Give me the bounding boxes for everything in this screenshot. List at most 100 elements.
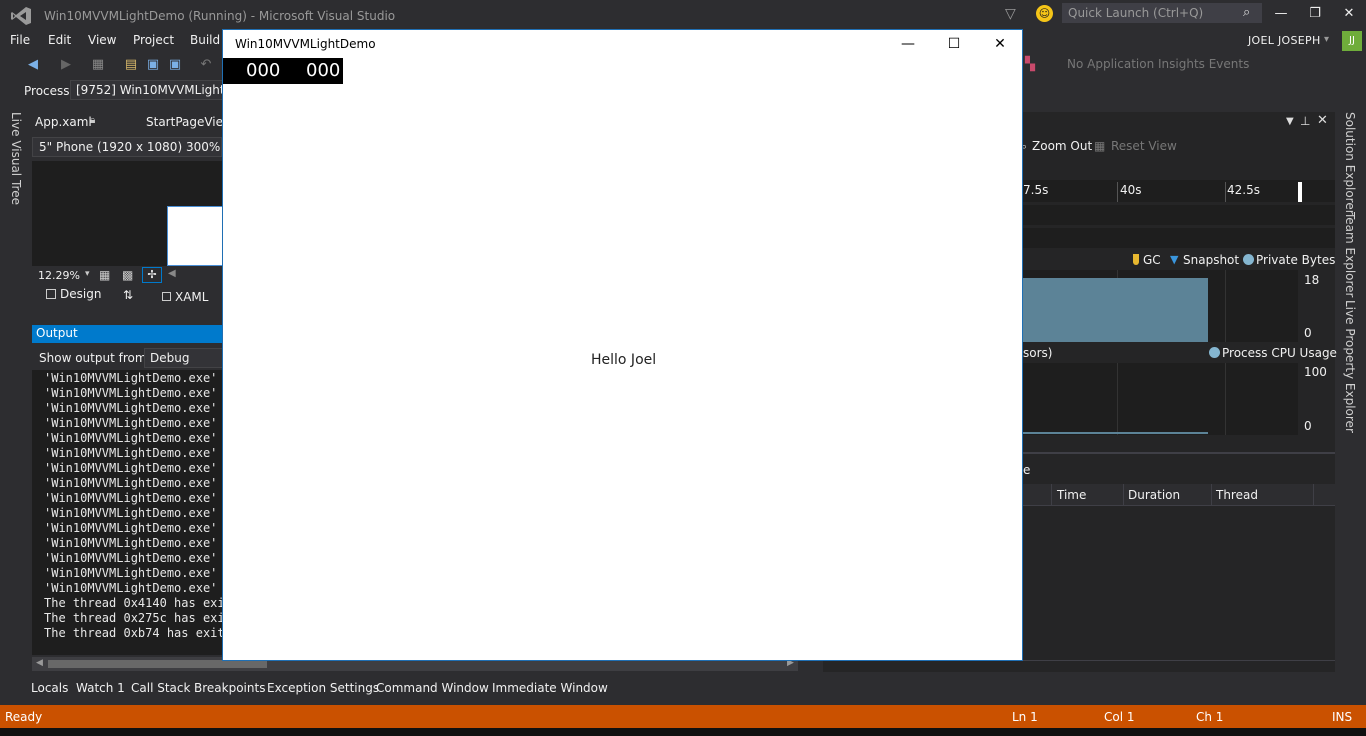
chevron-down-icon[interactable]: ▾ [85, 269, 90, 279]
menu-build[interactable]: Build [190, 33, 220, 47]
menu-edit[interactable]: Edit [48, 33, 71, 47]
navigate-forward-icon[interactable]: ▶ [58, 57, 74, 73]
tab-exception-settings[interactable]: Exception Settings [267, 681, 379, 695]
undo-icon[interactable]: ↶ [198, 57, 214, 73]
menu-file[interactable]: File [10, 33, 30, 47]
scrollbar-thumb[interactable] [48, 660, 267, 668]
menu-project[interactable]: Project [133, 33, 174, 47]
taskbar [0, 728, 1366, 736]
scroll-left-icon[interactable]: ◀ [36, 658, 43, 668]
close-window-button[interactable]: ✕ [1333, 3, 1365, 25]
running-app-window[interactable] [222, 29, 1023, 661]
live-visual-tree-tab[interactable]: Live Visual Tree [9, 112, 23, 205]
scroll-left-icon[interactable]: ◀ [168, 268, 176, 279]
feedback-smiley-icon[interactable]: ☺ [1036, 5, 1053, 22]
app-window-title: Win10MVVMLightDemo [235, 37, 376, 51]
snapshot-marker-icon: ▼ [1170, 253, 1179, 266]
output-line: 'Win10MVVMLightDemo.exe' [44, 476, 218, 490]
hello-text: Hello Joel [591, 352, 657, 368]
diagnostics-footer [823, 660, 1335, 672]
status-line: Ln 1 [1012, 710, 1038, 724]
design-tab[interactable]: Design [60, 287, 101, 301]
tab-breakpoints[interactable]: Breakpoints [194, 681, 265, 695]
lock-icon: 🔒︎ [90, 115, 96, 126]
frame-rate-value: 000 [246, 60, 281, 81]
output-source-label: Show output from: [39, 351, 151, 365]
designer-page-preview[interactable] [167, 206, 223, 266]
device-select[interactable]: 5" Phone (1920 x 1080) 300% scale [32, 137, 222, 157]
timeline-ruler[interactable] [1023, 180, 1335, 202]
team-explorer-tab[interactable]: Team Explorer [1343, 212, 1357, 298]
toolbar-extension-icon[interactable]: ▚ [1022, 57, 1038, 73]
navigate-back-icon[interactable]: ◀ [25, 57, 41, 73]
avatar[interactable]: JJ [1342, 31, 1362, 51]
app-close-button[interactable]: ✕ [990, 34, 1010, 54]
tab-startpage-view[interactable]: StartPageView [146, 115, 233, 129]
events-track [1023, 228, 1335, 248]
output-line: 'Win10MVVMLightDemo.exe' [44, 506, 218, 520]
zoom-out-button[interactable]: Zoom Out [1032, 139, 1092, 153]
output-line: 'Win10MVVMLightDemo.exe' [44, 491, 218, 505]
output-line: 'Win10MVVMLightDemo.exe' [44, 431, 218, 445]
memory-axis-max: 18 [1304, 273, 1320, 287]
output-line: 'Win10MVVMLightDemo.exe' [44, 416, 218, 430]
restore-window-button[interactable]: ❐ [1299, 3, 1331, 25]
output-panel-title[interactable]: Output [32, 325, 222, 343]
column-divider [1211, 484, 1212, 506]
panel-menu-icon[interactable]: ▼ [1286, 116, 1294, 127]
tick-divider [1225, 182, 1226, 202]
output-line: The thread 0x4140 has exit [44, 596, 232, 610]
app-minimize-button[interactable]: — [898, 34, 918, 54]
visual-studio-logo-icon [11, 7, 31, 25]
new-project-icon[interactable]: ▦ [90, 57, 106, 73]
output-source-select[interactable]: Debug [144, 348, 224, 368]
panel-splitter[interactable] [1023, 452, 1335, 454]
tab-immediate-window[interactable]: Immediate Window [492, 681, 608, 695]
memory-area [1023, 278, 1208, 342]
live-property-explorer-tab[interactable]: Live Property Explorer [1343, 300, 1357, 433]
tab-call-stack[interactable]: Call Stack [131, 681, 190, 695]
grid-icon[interactable]: ▦ [99, 268, 110, 282]
timeline-tick-label: 42.5s [1227, 183, 1260, 197]
tab-command-window[interactable]: Command Window [376, 681, 489, 695]
save-icon[interactable]: ▣ [145, 57, 161, 73]
column-time[interactable]: Time [1057, 488, 1086, 502]
tab-watch-1[interactable]: Watch 1 [76, 681, 125, 695]
legend-gc: GC [1143, 253, 1161, 267]
zoom-level[interactable]: 12.29% [38, 269, 80, 282]
timeline-cursor[interactable] [1298, 182, 1302, 202]
close-icon[interactable]: ✕ [1317, 113, 1328, 128]
snap-grid-icon[interactable]: ▩ [122, 268, 133, 282]
quick-launch-input[interactable]: Quick Launch (Ctrl+Q) [1062, 3, 1262, 23]
filter-icon[interactable]: ▽ [1005, 6, 1019, 22]
open-folder-icon[interactable]: ▤ [123, 57, 139, 73]
search-icon[interactable]: ⌕ [1243, 5, 1250, 20]
reset-view-icon[interactable]: ▦ [1094, 139, 1105, 153]
app-maximize-button[interactable]: ☐ [944, 34, 964, 54]
pin-icon[interactable]: ⊥ [1300, 114, 1310, 128]
output-line: 'Win10MVVMLightDemo.exe' [44, 446, 218, 460]
snap-points-icon[interactable]: ✢ [142, 267, 162, 283]
output-line: 'Win10MVVMLightDemo.exe' [44, 566, 218, 580]
user-name[interactable]: JOEL JOSEPH [1248, 34, 1321, 47]
save-all-icon[interactable]: ▣ [167, 57, 183, 73]
chevron-down-icon[interactable]: ▾ [1324, 34, 1329, 45]
status-bar [0, 705, 1366, 728]
process-select[interactable]: [9752] Win10MVVMLightDe [70, 80, 230, 100]
events-track [1023, 205, 1335, 225]
minimize-window-button[interactable]: — [1265, 3, 1297, 25]
swap-panes-icon[interactable]: ⇅ [123, 288, 133, 302]
tab-locals[interactable]: Locals [31, 681, 68, 695]
solution-explorer-tab[interactable]: Solution Explorer [1343, 112, 1357, 215]
cpu-chart[interactable] [1023, 363, 1298, 435]
xaml-tab[interactable]: XAML [175, 290, 208, 304]
timeline-tick-label: 7.5s [1023, 183, 1049, 197]
column-thread[interactable]: Thread [1216, 488, 1258, 502]
tab-app-xaml[interactable]: App.xaml [35, 115, 92, 129]
application-insights-status[interactable]: No Application Insights Events [1067, 57, 1249, 71]
output-line: 'Win10MVVMLightDemo.exe' [44, 581, 218, 595]
column-duration[interactable]: Duration [1128, 488, 1180, 502]
chart-gridline [1225, 363, 1226, 435]
menu-view[interactable]: View [88, 33, 116, 47]
reset-view-button[interactable]: Reset View [1111, 139, 1177, 153]
